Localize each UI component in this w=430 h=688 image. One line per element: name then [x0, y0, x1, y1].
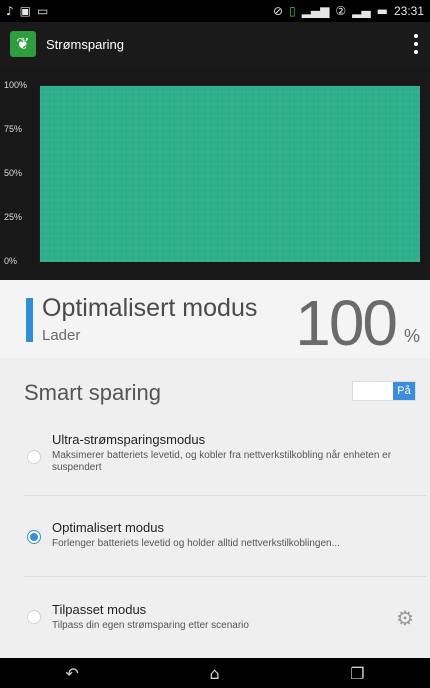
- current-mode-panel: Optimalisert modus Lader 100 %: [0, 280, 430, 359]
- overflow-menu-icon[interactable]: [414, 34, 418, 54]
- option-custom[interactable]: Tilpasset modus Tilpass din egen strømsp…: [0, 590, 430, 650]
- option-description: Tilpass din egen strømsparing etter scen…: [52, 620, 249, 631]
- app-title: Strømsparing: [46, 36, 125, 52]
- mode-accent-bar: [26, 298, 33, 342]
- radio-custom[interactable]: [27, 610, 41, 624]
- signal-bars-icon: ▂▄▆: [301, 4, 330, 18]
- navigation-bar: ↶ ⌂ ❐: [0, 658, 430, 688]
- sd-card-icon: ▣: [19, 4, 32, 18]
- battery-chart: 100% 75% 50% 25% 0%: [0, 66, 430, 280]
- option-title: Tilpasset modus: [52, 602, 147, 617]
- option-title: Optimalisert modus: [52, 520, 164, 535]
- current-mode-name: Optimalisert modus: [42, 294, 258, 322]
- gear-icon[interactable]: ⚙: [396, 606, 414, 630]
- radio-optimized[interactable]: [27, 530, 41, 544]
- option-optimized[interactable]: Optimalisert modus Forlenger batteriets …: [0, 508, 430, 574]
- sim2-icon: ②: [335, 4, 347, 18]
- recents-icon[interactable]: ❐: [350, 664, 364, 683]
- option-ultra-saving[interactable]: Ultra-strømsparingsmodus Maksimerer batt…: [0, 426, 430, 496]
- percent-sign: %: [403, 326, 420, 346]
- sim-icon: ▯: [289, 4, 296, 18]
- signal-bars-2-icon: ▂▄: [352, 4, 371, 18]
- settings-section: Smart sparing På Ultra-strømsparingsmodu…: [0, 358, 430, 658]
- smart-saving-toggle[interactable]: På: [352, 381, 416, 401]
- app-bar: ❦ Strømsparing: [0, 22, 430, 66]
- y-tick-label: 75%: [4, 124, 23, 134]
- smart-saving-title: Smart sparing: [24, 380, 161, 405]
- battery-charging-icon: ▬: [376, 4, 388, 18]
- battery-percent: 100: [295, 287, 398, 359]
- toggle-knob: På: [393, 382, 415, 400]
- divider: [24, 576, 426, 577]
- option-description: Maksimerer batteriets levetid, og kobler…: [52, 450, 392, 473]
- y-tick-label: 100%: [4, 80, 28, 90]
- divider: [24, 495, 426, 496]
- radio-ultra-saving[interactable]: [27, 450, 41, 464]
- leaf-logo-icon: ❦: [10, 31, 36, 57]
- chart-canvas: [39, 85, 420, 262]
- y-tick-label: 50%: [4, 168, 23, 178]
- status-time: 23:31: [393, 4, 424, 18]
- y-tick-label: 25%: [4, 212, 23, 222]
- back-icon[interactable]: ↶: [65, 664, 78, 683]
- image-icon: ▭: [37, 4, 49, 18]
- status-bar: ♪ ▣ ▭ ⊘ ▯ ▂▄▆ ② ▂▄ ▬ 23:31: [0, 0, 430, 22]
- option-description: Forlenger batteriets levetid og holder a…: [52, 538, 340, 549]
- home-icon[interactable]: ⌂: [209, 664, 219, 683]
- music-note-icon: ♪: [6, 4, 14, 18]
- no-signal-icon: ⊘: [273, 4, 284, 18]
- y-tick-label: 0%: [4, 256, 18, 266]
- option-title: Ultra-strømsparingsmodus: [52, 432, 206, 447]
- charging-status: Lader: [42, 327, 81, 344]
